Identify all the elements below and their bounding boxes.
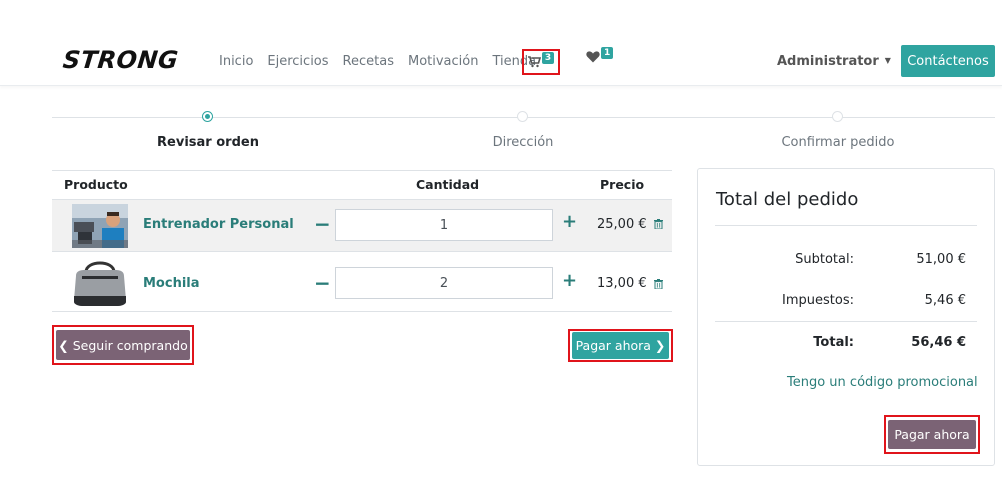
taxes-label: Impuestos:	[782, 293, 854, 308]
promo-code-link[interactable]: Tengo un código promocional	[787, 375, 978, 390]
chevron-left-icon: ❮	[58, 337, 73, 353]
trainer-photo[interactable]	[72, 204, 128, 248]
top-navbar: STRONG Inicio Ejercicios Recetas Motivac…	[0, 36, 1002, 86]
nav-item-recetas[interactable]: Recetas	[343, 54, 394, 69]
trash-icon[interactable]	[654, 279, 663, 289]
cart-link[interactable]: 3	[522, 49, 560, 75]
total-value: 56,46 €	[911, 335, 966, 350]
step-dot-review	[202, 111, 213, 122]
summary-pay-now-button[interactable]: Pagar ahora	[888, 420, 976, 449]
subtotal-label: Subtotal:	[795, 252, 854, 267]
total-label: Total:	[813, 335, 854, 350]
header-price: Precio	[600, 177, 645, 192]
step-dot-address	[517, 111, 528, 122]
increase-quantity-button[interactable]: +	[562, 270, 577, 291]
chevron-right-icon: ❯	[650, 338, 666, 353]
wishlist-count-badge: 1	[601, 47, 614, 59]
quantity-input[interactable]	[335, 209, 553, 241]
decrease-quantity-button[interactable]: −	[314, 212, 331, 236]
product-price: 13,00 €	[597, 276, 647, 291]
wishlist-link[interactable]: 1	[586, 47, 614, 63]
trash-icon[interactable]	[654, 219, 663, 229]
caret-down-icon: ▼	[884, 56, 891, 65]
quantity-input[interactable]	[335, 267, 553, 299]
backpack-photo[interactable]	[72, 256, 128, 308]
decrease-quantity-button[interactable]: −	[314, 271, 331, 295]
logo[interactable]: STRONG	[62, 46, 180, 74]
step-dot-confirm	[832, 111, 843, 122]
pay-now-button[interactable]: Pagar ahora ❯	[572, 332, 669, 359]
increase-quantity-button[interactable]: +	[562, 211, 577, 232]
continue-shopping-button[interactable]: ❮ Seguir comprando	[56, 330, 190, 360]
nav-item-inicio[interactable]: Inicio	[219, 54, 253, 69]
step-review: Revisar orden	[157, 135, 259, 150]
continue-shopping-highlight: ❮ Seguir comprando	[52, 325, 194, 365]
main-nav: Inicio Ejercicios Recetas Motivación Tie…	[219, 54, 550, 69]
taxes-value: 5,46 €	[924, 293, 966, 308]
nav-item-ejercicios[interactable]: Ejercicios	[267, 54, 328, 69]
subtotal-value: 51,00 €	[916, 252, 966, 267]
divider	[715, 321, 977, 322]
user-menu[interactable]: Administrator ▼	[777, 54, 891, 69]
nav-item-motivacion[interactable]: Motivación	[408, 54, 479, 69]
summary-title: Total del pedido	[716, 189, 859, 210]
user-name: Administrator	[777, 54, 879, 69]
header-product: Producto	[64, 177, 128, 192]
product-price: 25,00 €	[597, 217, 647, 232]
cart-count-badge: 3	[541, 52, 555, 64]
step-address: Dirección	[492, 135, 554, 150]
cart-icon	[527, 56, 541, 68]
step-confirm: Confirmar pedido	[781, 135, 895, 150]
table-row: Mochila − + 13,00 €	[52, 252, 672, 312]
product-name-link[interactable]: Mochila	[143, 276, 200, 291]
header-quantity: Cantidad	[416, 177, 480, 192]
product-name-link[interactable]: Entrenador Personal	[143, 217, 294, 232]
pay-now-highlight: Pagar ahora ❯	[568, 329, 673, 362]
order-summary-card: Total del pedido Subtotal: 51,00 € Impue…	[697, 168, 995, 466]
table-row: Entrenador Personal − + 25,00 €	[52, 200, 672, 252]
summary-pay-highlight: Pagar ahora	[884, 415, 980, 454]
cart-table-header: Producto Cantidad Precio	[52, 170, 672, 200]
contact-button[interactable]: Contáctenos	[901, 45, 995, 77]
heart-icon	[586, 51, 600, 63]
divider	[715, 225, 977, 226]
